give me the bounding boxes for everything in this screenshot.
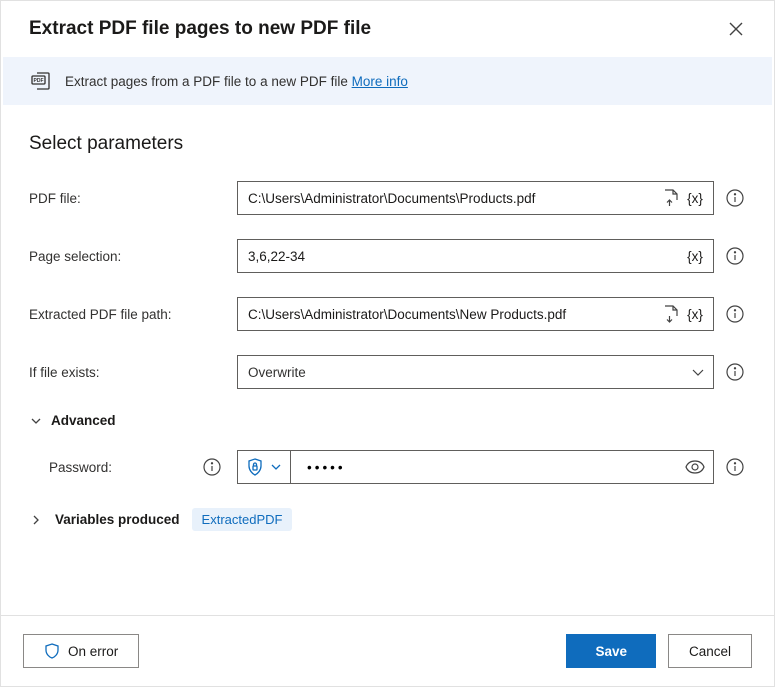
reveal-password-button[interactable] (683, 455, 707, 479)
pdf-icon: PDF (31, 71, 53, 91)
info-button[interactable] (724, 456, 746, 478)
variable-chip[interactable]: ExtractedPDF (192, 508, 293, 531)
info-button[interactable] (201, 456, 223, 478)
info-icon (726, 189, 744, 207)
variable-picker-button[interactable]: {x} (683, 302, 707, 326)
file-picker-icon (663, 189, 679, 207)
info-button[interactable] (724, 361, 746, 383)
info-button[interactable] (724, 245, 746, 267)
info-icon (726, 363, 744, 381)
if-file-exists-select[interactable]: Overwrite (237, 355, 714, 389)
pdf-file-label: PDF file: (29, 191, 237, 206)
info-icon (726, 458, 744, 476)
chevron-down-icon (270, 461, 282, 473)
password-mode-picker[interactable] (237, 450, 290, 484)
info-icon (726, 305, 744, 323)
chevron-down-icon (691, 365, 705, 379)
close-icon (729, 22, 743, 36)
more-info-link[interactable]: More info (352, 74, 408, 89)
advanced-label: Advanced (51, 413, 116, 428)
info-icon (726, 247, 744, 265)
extracted-path-label: Extracted PDF file path: (29, 307, 237, 322)
variables-produced-label: Variables produced (55, 512, 180, 527)
extracted-path-input[interactable] (248, 307, 659, 322)
password-label: Password: (49, 460, 112, 475)
cancel-button[interactable]: Cancel (668, 634, 752, 668)
info-button[interactable] (724, 303, 746, 325)
info-icon (203, 458, 221, 476)
pdf-file-input[interactable] (248, 191, 659, 206)
dialog-title: Extract PDF file pages to new PDF file (29, 18, 371, 40)
select-file-button[interactable] (659, 186, 683, 210)
page-selection-label: Page selection: (29, 249, 237, 264)
variables-produced-expander[interactable]: Variables produced ExtractedPDF (29, 508, 746, 531)
on-error-label: On error (68, 644, 118, 659)
if-file-exists-label: If file exists: (29, 365, 237, 380)
banner-text: Extract pages from a PDF file to a new P… (65, 74, 352, 89)
shield-icon (44, 643, 60, 659)
section-title: Select parameters (29, 133, 746, 155)
select-file-button[interactable] (659, 302, 683, 326)
svg-text:PDF: PDF (34, 78, 44, 84)
page-selection-input[interactable] (248, 249, 683, 264)
variable-picker-button[interactable]: {x} (683, 186, 707, 210)
info-button[interactable] (724, 187, 746, 209)
close-button[interactable] (722, 15, 750, 43)
on-error-button[interactable]: On error (23, 634, 139, 668)
file-picker-icon (663, 305, 679, 323)
chevron-right-icon (30, 514, 42, 526)
variable-picker-button[interactable]: {x} (683, 244, 707, 268)
chevron-down-icon (30, 415, 42, 427)
password-input[interactable] (305, 459, 683, 476)
info-banner: PDF Extract pages from a PDF file to a n… (3, 57, 772, 105)
if-file-exists-value: Overwrite (248, 365, 306, 380)
eye-icon (685, 460, 705, 474)
save-button[interactable]: Save (566, 634, 656, 668)
advanced-expander[interactable]: Advanced (29, 413, 746, 428)
shield-lock-icon (246, 458, 264, 476)
